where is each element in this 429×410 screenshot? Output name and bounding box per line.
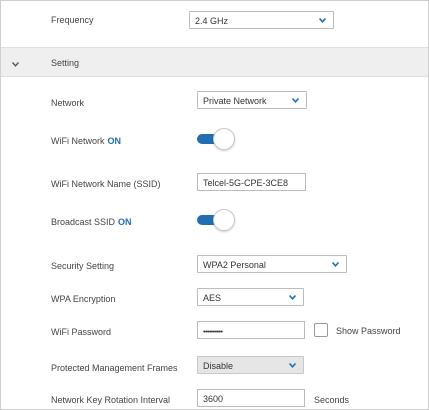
key-rotation-value: 3600 — [203, 394, 224, 404]
chevron-down-icon — [332, 262, 339, 268]
key-rotation-label: Network Key Rotation Interval — [51, 395, 171, 405]
broadcast-ssid-status: ON — [118, 217, 132, 227]
network-value: Private Network — [203, 96, 267, 106]
settings-panel: Frequency 2.4 GHz Setting Network Privat… — [0, 0, 429, 410]
broadcast-ssid-label-text: Broadcast SSID — [51, 217, 116, 227]
wpa-encryption-value: AES — [203, 293, 222, 303]
show-password-checkbox[interactable] — [314, 323, 328, 337]
chevron-down-icon — [289, 363, 296, 369]
toggle-knob — [213, 128, 235, 150]
pmf-value: Disable — [203, 361, 234, 371]
wifi-network-label-text: WiFi Network — [51, 136, 105, 146]
frequency-label: Frequency — [51, 15, 94, 25]
network-select[interactable]: Private Network — [197, 91, 307, 109]
wifi-password-value: •••••••••• — [203, 329, 223, 336]
key-rotation-input[interactable]: 3600 — [197, 389, 305, 407]
chevron-down-icon — [11, 59, 20, 69]
broadcast-ssid-toggle[interactable] — [195, 209, 235, 231]
pmf-select[interactable]: Disable — [197, 356, 304, 374]
frequency-value: 2.4 GHz — [195, 16, 229, 26]
security-setting-value: WPA2 Personal — [203, 260, 266, 270]
section-title: Setting — [51, 58, 80, 68]
show-password-label: Show Password — [336, 326, 401, 336]
wifi-password-label: WiFi Password — [51, 327, 112, 337]
key-rotation-unit: Seconds — [314, 395, 350, 405]
ssid-input[interactable]: Telcel-5G-CPE-3CE8 — [197, 173, 306, 191]
security-setting-label: Security Setting — [51, 261, 115, 271]
chevron-down-icon — [289, 295, 296, 301]
wifi-network-label: WiFi Network ON — [51, 136, 121, 146]
security-setting-select[interactable]: WPA2 Personal — [197, 255, 347, 273]
chevron-down-icon — [319, 18, 326, 24]
chevron-down-icon — [292, 98, 299, 104]
frequency-select[interactable]: 2.4 GHz — [189, 11, 334, 29]
broadcast-ssid-label: Broadcast SSID ON — [51, 217, 132, 227]
wifi-password-input[interactable]: •••••••••• — [197, 321, 305, 339]
wifi-network-toggle[interactable] — [195, 128, 235, 150]
network-label: Network — [51, 98, 85, 108]
ssid-value: Telcel-5G-CPE-3CE8 — [203, 178, 289, 188]
pmf-label: Protected Management Frames — [51, 363, 178, 373]
wpa-encryption-label: WPA Encryption — [51, 294, 116, 304]
wpa-encryption-select[interactable]: AES — [197, 288, 304, 306]
toggle-knob — [213, 209, 235, 231]
ssid-label: WiFi Network Name (SSID) — [51, 179, 161, 189]
setting-section-header[interactable]: Setting — [1, 47, 428, 77]
wifi-network-status: ON — [107, 136, 122, 146]
